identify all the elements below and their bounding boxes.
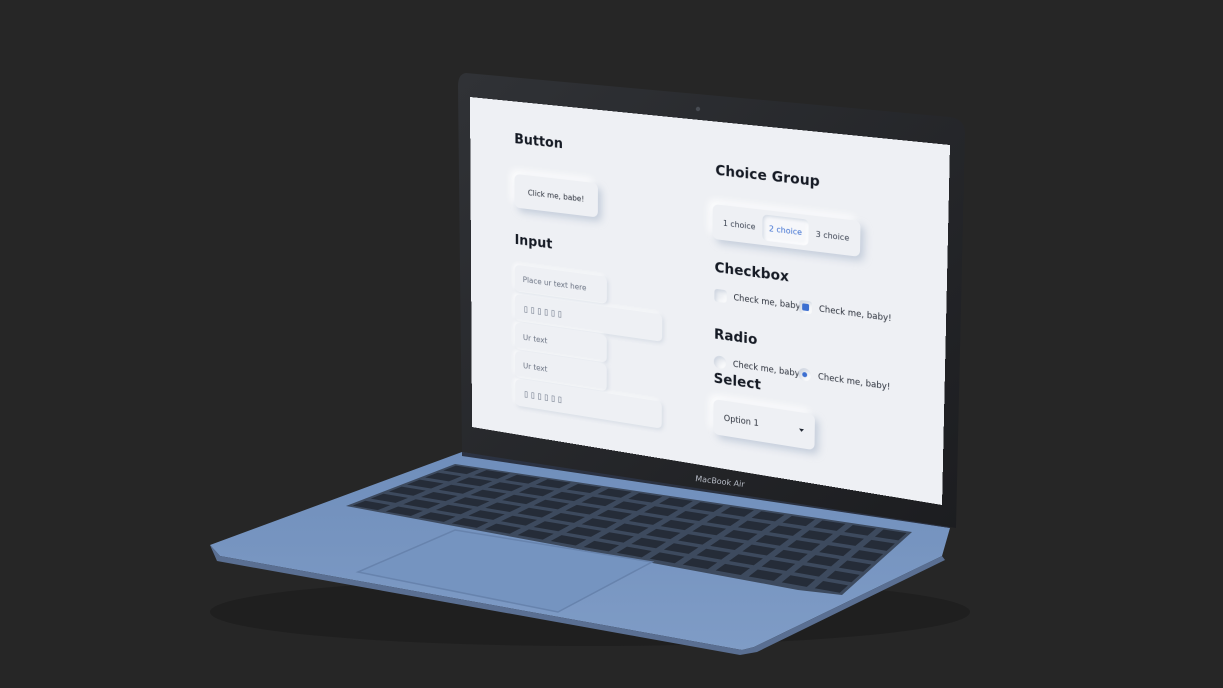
button-section-title: Button: [514, 130, 564, 152]
camera-icon: [695, 106, 701, 112]
text-input-2-value: Ur text: [523, 360, 548, 374]
checkbox-1-label: Check me, baby!: [733, 292, 804, 312]
checkbox-2-label: Check me, baby!: [818, 303, 892, 324]
radio-row-2[interactable]: Check me, baby!: [798, 367, 890, 393]
checkbox-1[interactable]: [714, 288, 727, 304]
password-input-1-value: ▯▯▯▯▯▯: [522, 302, 564, 321]
choice-group: 1 choice 2 choice 3 choice: [712, 204, 861, 257]
input-section-title: Input: [514, 231, 553, 252]
choice-option-2[interactable]: 2 choice: [762, 214, 809, 247]
checkbox-2[interactable]: [799, 299, 813, 315]
password-input-2-value: ▯▯▯▯▯▯: [523, 387, 564, 406]
caret-down-icon: [799, 428, 804, 433]
choice-option-3[interactable]: 3 choice: [809, 220, 857, 252]
checkbox-section-title: Checkbox: [714, 258, 790, 285]
text-input-placeholder-text: Place ur text here: [522, 274, 587, 293]
radio-2-label: Check me, baby!: [817, 371, 891, 393]
choice-option-1[interactable]: 1 choice: [716, 209, 762, 240]
select-value: Option 1: [723, 413, 759, 429]
text-input-1-value: Ur text: [522, 332, 548, 345]
checkbox-row-2[interactable]: Check me, baby!: [799, 299, 892, 325]
radio-2[interactable]: [798, 367, 812, 383]
choice-group-title: Choice Group: [715, 161, 820, 190]
checkbox-row-1[interactable]: Check me, baby!: [714, 288, 804, 314]
click-me-button[interactable]: Click me, babe!: [514, 173, 598, 218]
select-dropdown[interactable]: Option 1: [713, 399, 815, 451]
radio-1[interactable]: [713, 355, 727, 370]
radio-section-title: Radio: [713, 325, 758, 348]
